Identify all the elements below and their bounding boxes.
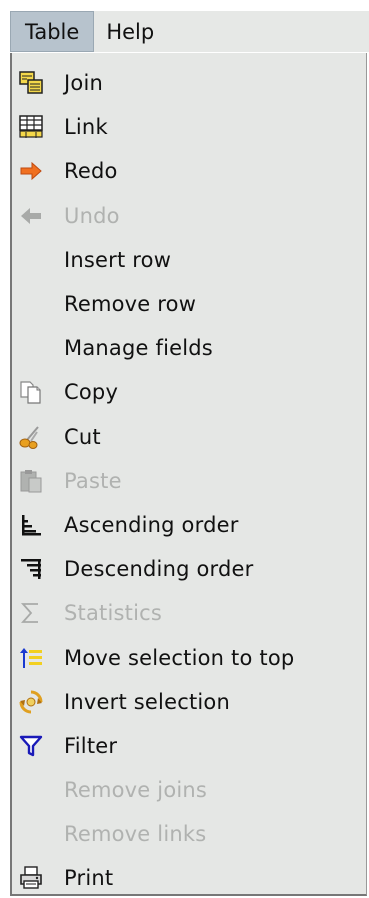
join-icon	[18, 70, 44, 96]
menu-item-icon-spacer	[18, 335, 44, 361]
redo-icon	[18, 158, 44, 184]
copy-icon	[18, 379, 44, 405]
menu-item-label: Remove links	[64, 822, 207, 847]
menu-item-move-selection-to-top[interactable]: Move selection to top	[12, 635, 366, 679]
menu-item-icon-spacer	[18, 247, 44, 273]
invert-selection-icon	[18, 689, 44, 715]
menu-item-filter[interactable]: Filter	[12, 724, 366, 768]
move-selection-top-icon	[18, 645, 44, 671]
menu-item-print[interactable]: Print	[12, 856, 366, 898]
menu-item-label: Remove row	[64, 292, 197, 317]
menu-item-insert-row[interactable]: Insert row	[12, 238, 366, 282]
menu-item-label: Join	[64, 71, 103, 96]
link-icon	[18, 114, 44, 140]
filter-icon	[18, 733, 44, 759]
menu-item-label: Manage fields	[64, 336, 213, 361]
menu-item-icon-spacer	[18, 291, 44, 317]
menu-item-ascending-order[interactable]: Ascending order	[12, 503, 366, 547]
menu-item-label: Invert selection	[64, 689, 230, 714]
menu-item-join[interactable]: Join	[12, 61, 366, 105]
paste-icon	[18, 468, 44, 494]
undo-icon	[18, 203, 44, 229]
table-dropdown-menu: Join Link Redo Undo Insert row Remove ro…	[10, 53, 367, 896]
menu-item-label: Ascending order	[64, 512, 239, 537]
menu-item-label: Remove joins	[64, 778, 208, 803]
menu-item-redo[interactable]: Redo	[12, 149, 366, 193]
menu-item-label: Link	[64, 115, 108, 140]
menu-item-copy[interactable]: Copy	[12, 370, 366, 414]
menu-table[interactable]: Table	[10, 11, 95, 52]
statistics-icon	[18, 600, 44, 626]
menu-item-label: Undo	[64, 203, 120, 228]
descending-order-icon	[18, 556, 44, 582]
menu-item-invert-selection[interactable]: Invert selection	[12, 680, 366, 724]
menu-item-link[interactable]: Link	[12, 105, 366, 149]
menu-item-label: Print	[64, 866, 114, 891]
app-window: Table Help Join Link Redo Undo Insert ro…	[0, 0, 369, 898]
menu-bar: Table Help	[10, 11, 369, 52]
menu-item-label: Cut	[64, 424, 101, 449]
cut-icon	[18, 424, 44, 450]
menu-item-descending-order[interactable]: Descending order	[12, 547, 366, 591]
menu-item-label: Insert row	[64, 247, 172, 272]
menu-item-statistics[interactable]: Statistics	[12, 591, 366, 635]
menu-item-label: Descending order	[64, 557, 254, 582]
menu-item-icon-spacer	[18, 777, 44, 803]
menu-item-remove-links[interactable]: Remove links	[12, 812, 366, 856]
menu-item-cut[interactable]: Cut	[12, 415, 366, 459]
menu-item-label: Statistics	[64, 601, 162, 626]
print-icon	[18, 865, 44, 891]
menu-item-undo[interactable]: Undo	[12, 194, 366, 238]
menu-item-label: Copy	[64, 380, 119, 405]
menu-item-label: Paste	[64, 468, 122, 493]
menu-item-manage-fields[interactable]: Manage fields	[12, 326, 366, 370]
menu-help[interactable]: Help	[94, 11, 166, 52]
ascending-order-icon	[18, 512, 44, 538]
menu-item-remove-row[interactable]: Remove row	[12, 282, 366, 326]
menu-item-label: Move selection to top	[64, 645, 295, 670]
menu-item-paste[interactable]: Paste	[12, 459, 366, 503]
menu-item-label: Redo	[64, 159, 118, 184]
menu-item-icon-spacer	[18, 821, 44, 847]
menu-item-remove-joins[interactable]: Remove joins	[12, 768, 366, 812]
menu-item-label: Filter	[64, 733, 118, 758]
